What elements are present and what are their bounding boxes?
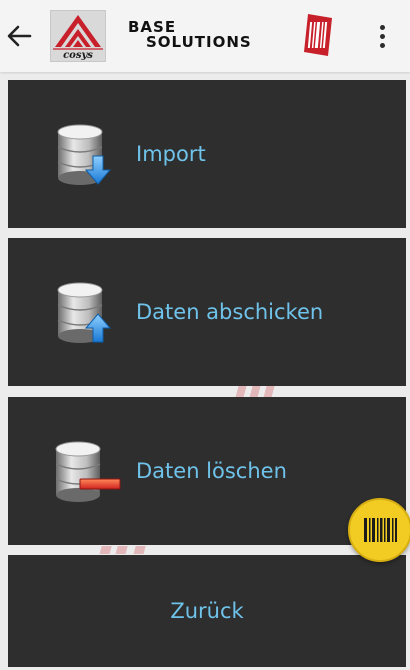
database-delete-icon [55,441,121,502]
brand-line-2: SOLUTIONS [146,33,252,51]
top-app-bar: cosys BASE SOLUTIONS [0,0,410,72]
app-screen: cosys BASE SOLUTIONS Import Daten abschi… [0,0,410,670]
back-menu-button[interactable]: Zurück [8,555,406,667]
svg-text:cosys: cosys [63,50,93,61]
barcode-icon [364,518,397,542]
more-vert-dot [379,33,385,39]
send-data-button[interactable]: Daten abschicken [8,238,406,386]
database-download-icon [57,124,112,185]
brand-wordmark: BASE SOLUTIONS [126,20,276,54]
arrow-left-icon [7,25,32,47]
cosys-logo-icon: cosys [53,15,103,61]
more-vert-icon [379,24,385,30]
delete-data-button[interactable]: Daten löschen [8,397,406,545]
cosys-logo: cosys [50,10,106,62]
back-menu-label: Zurück [170,599,244,623]
back-button[interactable] [2,16,36,56]
database-upload-icon [57,282,112,343]
import-button[interactable]: Import [8,80,406,228]
delete-data-label: Daten löschen [136,459,287,483]
barcode-scanner-button[interactable] [302,12,334,58]
scan-barcode-fab[interactable] [348,498,410,562]
import-label: Import [136,142,206,166]
barcode-scanner-icon [304,14,332,56]
more-vert-dot [379,42,385,48]
overflow-menu-button[interactable] [366,18,398,54]
send-data-label: Daten abschicken [136,300,324,324]
